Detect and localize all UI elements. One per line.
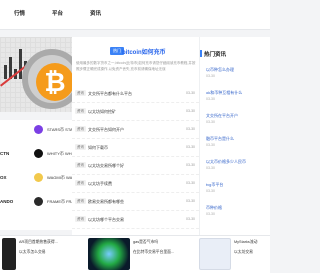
news-title[interactable]: 文交所平台如何开户 (88, 127, 124, 133)
card-line2[interactable]: 以太币怎么交易 (19, 250, 46, 255)
news-title[interactable]: 如何下载币 (88, 145, 108, 151)
news-row[interactable]: 资讯 以太坊哪个平台交易 03-30 (72, 211, 199, 229)
hot-news-date: 03-30 (206, 143, 215, 147)
news-date: 03-30 (186, 199, 195, 203)
top-nav: 行情 平台 资讯 (0, 0, 270, 30)
news-title[interactable]: 文交所平台都有什么平台 (88, 91, 132, 97)
news-row[interactable]: 资讯 以太坊手续费 03-30 (72, 175, 199, 193)
coin-row[interactable]: CTN WHITY币 WHITY (0, 144, 78, 166)
card-image[interactable] (88, 238, 130, 270)
hot-news-title[interactable]: 文交所在平台开户 (206, 113, 238, 119)
news-title[interactable]: 以太坊如何挖矿 (88, 109, 116, 115)
card-line2[interactable]: 在比特币交易平台里面... (133, 250, 174, 255)
news-date: 03-30 (186, 109, 195, 113)
coin-symbol: ANDO (0, 199, 14, 204)
hot-news-date: 03-30 (206, 97, 215, 101)
coin-row[interactable]: STARS币 STARS (0, 120, 78, 142)
hot-news-heading: 热门资讯 (199, 50, 227, 58)
news-tag: 资讯 (75, 144, 86, 150)
news-tag: 资讯 (75, 126, 86, 132)
coin-row[interactable]: ANDO FRAME币 FRA (0, 192, 75, 214)
news-tag: 资讯 (75, 180, 86, 186)
hot-news-title[interactable]: 以币种怎么办理 (206, 67, 234, 73)
bitcoin-icon: ₿ (36, 63, 72, 101)
card-image[interactable] (2, 238, 16, 270)
card-image[interactable] (199, 238, 231, 270)
featured-desc: 使用最多的数字货币之一,bitcoin(比特币)如何充币请您仔细阅读充币教程,并… (76, 61, 196, 71)
hot-news: 热门资讯 以币种怎么办理 03-30 ok和币种互相有什么 03-30 文交所在… (199, 37, 270, 235)
news-date: 03-30 (186, 145, 195, 149)
news-row[interactable]: 资讯 以太坊交易所哪个好 03-30 (72, 157, 199, 175)
coin-name: FRAME币 FRA (47, 199, 75, 204)
card-line2[interactable]: 以太坊交易 (234, 250, 253, 255)
hot-news-title[interactable]: 以太币价格多少人民币 (206, 159, 246, 165)
page: 行情 平台 资讯 ₿ STARS币 STARS CTN WHITY币 WHITY… (0, 0, 270, 273)
news-main: 热门 bitcoin如何充币 使用最多的数字货币之一,bitcoin(比特币)如… (72, 37, 199, 235)
coin-row[interactable]: OX WAGMI币 WAGMI (0, 168, 80, 190)
news-tag: 资讯 (75, 216, 86, 222)
hot-news-date: 03-30 (206, 212, 215, 216)
news-row[interactable]: 资讯 欧易交易所都有哪些 03-30 (72, 193, 199, 211)
hot-news-date: 03-30 (206, 166, 215, 170)
news-title[interactable]: 以太坊哪个平台交易 (88, 217, 124, 223)
news-date: 03-30 (186, 127, 195, 131)
news-tag: 资讯 (75, 198, 86, 204)
news-row[interactable]: 资讯 如何下载币 03-30 (72, 139, 199, 157)
coin-icon (34, 149, 43, 158)
news-tag: 资讯 (75, 90, 86, 96)
news-date: 03-30 (186, 217, 195, 221)
card-line1[interactable]: MyStarks流动 (234, 240, 257, 245)
card-line1[interactable]: AR项目首期热售获得... (19, 240, 58, 245)
news-date: 03-30 (186, 181, 195, 185)
hot-news-title[interactable]: tvg币平台 (206, 182, 223, 188)
nav-platform[interactable]: 平台 (52, 9, 63, 17)
hot-news-date: 03-30 (206, 189, 215, 193)
hot-news-date: 03-30 (206, 74, 215, 78)
coin-icon (34, 125, 43, 134)
hot-news-title[interactable]: 融币平台是什么 (206, 136, 234, 142)
news-row[interactable]: 资讯 文交所平台如何开户 03-30 (72, 121, 199, 139)
news-date: 03-30 (186, 91, 195, 95)
featured-title[interactable]: bitcoin如何充币 (122, 47, 166, 56)
news-row[interactable]: 资讯 以太坊如何挖矿 03-30 (72, 103, 199, 121)
coin-icon (34, 173, 43, 182)
coin-symbol: CTN (0, 151, 10, 156)
bottom-cards: AR项目首期热售获得... 以太币怎么交易 gas是否气市吗 在比特币交易平台里… (0, 235, 270, 273)
card-line1[interactable]: gas是否气市吗 (133, 240, 158, 245)
news-date: 03-30 (186, 163, 195, 167)
hero-image[interactable]: ₿ (0, 37, 72, 112)
news-title[interactable]: 以太坊交易所哪个好 (88, 163, 124, 169)
coin-symbol: OX (0, 175, 7, 180)
news-row[interactable]: 资讯 文交所平台都有什么平台 03-30 (72, 85, 199, 103)
news-tag: 资讯 (75, 108, 86, 114)
news-tag: 资讯 (75, 162, 86, 168)
nav-market[interactable]: 行情 (14, 9, 25, 17)
news-title[interactable]: 欧易交易所都有哪些 (88, 199, 124, 205)
news-title[interactable]: 以太坊手续费 (88, 181, 112, 187)
coin-list: STARS币 STARS CTN WHITY币 WHITY OX WAGMI币 … (0, 120, 80, 230)
nav-news[interactable]: 资讯 (90, 9, 101, 17)
hot-news-title[interactable]: ok和币种互相有什么 (206, 90, 242, 96)
hot-news-date: 03-30 (206, 120, 215, 124)
hot-news-title[interactable]: 币种价格 (206, 205, 222, 211)
coin-icon (34, 197, 43, 206)
